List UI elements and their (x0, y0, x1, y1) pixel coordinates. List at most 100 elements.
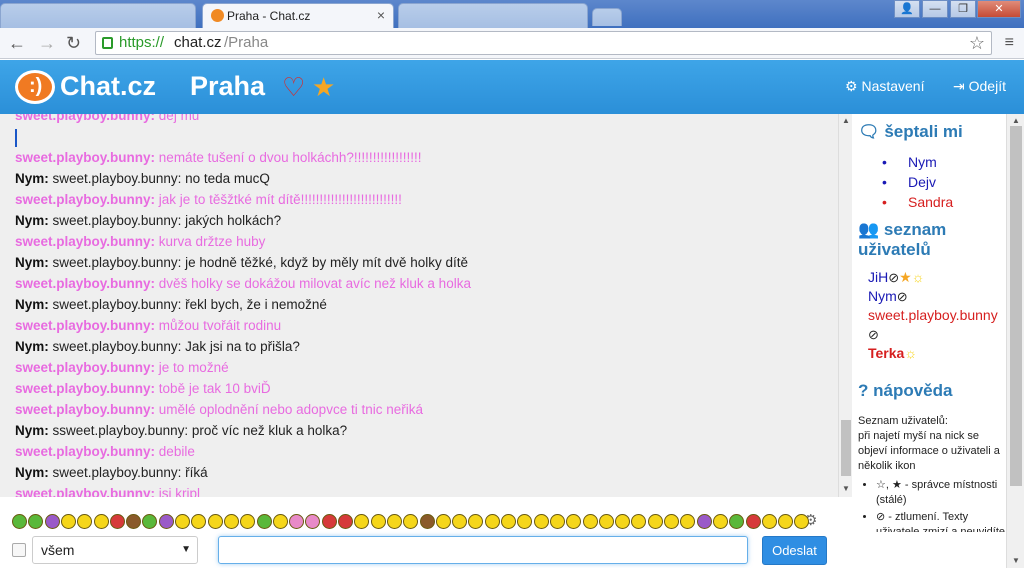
message-input[interactable] (218, 536, 748, 564)
star-icon[interactable]: ★ (312, 72, 335, 103)
emoji-icon[interactable] (12, 514, 27, 529)
user-nick-bunny[interactable]: sweet.playboy.bunny (868, 307, 998, 323)
scroll-down-icon[interactable]: ▼ (842, 484, 850, 493)
emoji-icon[interactable] (142, 514, 158, 529)
message-nick[interactable]: sweet.playboy.bunny: (15, 234, 155, 249)
close-window-button[interactable]: ✕ (977, 0, 1021, 18)
emoji-icon[interactable] (452, 514, 468, 529)
emoji-icon[interactable] (305, 514, 321, 529)
chat-logo-icon[interactable]: :) (15, 70, 55, 104)
emoji-icon[interactable] (272, 514, 288, 529)
message-nick[interactable]: sweet.playboy.bunny: (15, 402, 155, 417)
emoji-icon[interactable] (126, 514, 142, 529)
emoji-icon[interactable] (354, 514, 370, 529)
message-nick[interactable]: Nym: (15, 171, 49, 186)
emoji-icon[interactable] (240, 514, 256, 529)
emoji-icon[interactable] (370, 514, 386, 529)
browser-tab[interactable] (398, 3, 588, 28)
message-nick[interactable]: sweet.playboy.bunny: (15, 276, 155, 291)
message-nick[interactable]: sweet.playboy.bunny: (15, 444, 155, 459)
emoji-icon[interactable] (191, 514, 207, 529)
settings-link[interactable]: ⚙ Nastavení (845, 78, 925, 95)
emoji-icon[interactable] (712, 514, 728, 529)
forward-icon[interactable]: → (38, 33, 56, 54)
message-nick[interactable]: Nym: (15, 339, 49, 354)
emoji-icon[interactable] (664, 514, 679, 529)
whisper-item-sandra[interactable]: Sandra (882, 192, 953, 212)
message-nick[interactable]: Nym: (15, 423, 49, 438)
new-tab-button[interactable] (592, 8, 622, 26)
user-row[interactable]: JiH⊘★☼ (868, 268, 1006, 287)
emoji-icon[interactable] (28, 514, 44, 529)
emoji-icon[interactable] (419, 514, 435, 529)
mute-icon[interactable]: ⊘ (897, 287, 908, 306)
whisper-checkbox[interactable] (12, 543, 26, 557)
browser-tab[interactable] (0, 3, 196, 28)
whisper-item-nym[interactable]: Nym (882, 152, 953, 172)
browser-menu-icon[interactable]: ≡ (1005, 34, 1014, 52)
emoji-icon[interactable] (386, 514, 402, 529)
message-nick[interactable]: sweet.playboy.bunny: (15, 114, 155, 123)
emoji-icon[interactable] (615, 514, 631, 529)
emoji-icon[interactable] (289, 514, 305, 529)
emoji-icon[interactable] (761, 514, 777, 529)
message-nick[interactable]: sweet.playboy.bunny: (15, 192, 155, 207)
emoji-icon[interactable] (158, 514, 174, 529)
emoji-icon[interactable] (501, 514, 516, 529)
emoji-icon[interactable] (533, 514, 549, 529)
emoji-icon[interactable] (631, 514, 647, 529)
emoji-icon[interactable] (109, 514, 125, 529)
user-row[interactable]: Nym⊘ (868, 287, 1006, 306)
whisper-item-dejv[interactable]: Dejv (882, 172, 953, 192)
emoji-icon[interactable] (549, 514, 565, 529)
user-row[interactable]: sweet.playboy.bunny ⊘ (868, 306, 1006, 344)
emoji-icon[interactable] (403, 514, 419, 529)
message-nick[interactable]: Nym: (15, 255, 49, 270)
emoji-icon[interactable] (435, 514, 451, 529)
emoji-icon[interactable] (484, 514, 500, 529)
sidebar-scrollbar[interactable]: ▲ ▼ (1006, 114, 1024, 568)
message-nick[interactable]: Nym: (15, 297, 49, 312)
scrollbar-thumb[interactable] (841, 420, 851, 476)
emoji-icon[interactable] (207, 514, 223, 529)
message-nick[interactable]: sweet.playboy.bunny: (15, 360, 155, 375)
emoji-icon[interactable] (256, 514, 272, 529)
brand-name[interactable]: Chat.cz (60, 71, 156, 102)
message-nick[interactable]: sweet.playboy.bunny: (15, 318, 155, 333)
reload-icon[interactable]: ↻ (66, 33, 81, 54)
heart-icon[interactable]: ♡ (282, 72, 305, 103)
scrollbar-thumb[interactable] (1010, 126, 1022, 486)
emoji-icon[interactable] (696, 514, 712, 529)
emoji-icon[interactable] (338, 514, 353, 529)
emoji-icon[interactable] (44, 514, 60, 529)
address-bar[interactable]: https:// chat.cz /Praha ☆ (95, 31, 992, 55)
emoji-icon[interactable] (729, 514, 745, 529)
user-nick-terka[interactable]: Terka (868, 345, 904, 361)
emoji-icon[interactable] (175, 514, 190, 529)
bookmark-star-icon[interactable]: ☆ (969, 32, 985, 54)
mute-icon[interactable]: ⊘ (888, 268, 899, 287)
message-nick[interactable]: sweet.playboy.bunny: (15, 150, 155, 165)
user-nick-jih[interactable]: JiH (868, 269, 888, 285)
emoji-icon[interactable] (680, 514, 696, 529)
send-button[interactable]: Odeslat (762, 536, 827, 565)
scroll-down-icon[interactable]: ▼ (1012, 556, 1020, 565)
emoji-icon[interactable] (321, 514, 337, 529)
emoji-icon[interactable] (778, 514, 794, 529)
user-icon[interactable]: 👤 (894, 0, 920, 18)
emoji-icon[interactable] (647, 514, 663, 529)
logout-link[interactable]: ⇥ Odejít (953, 78, 1006, 95)
emoji-icon[interactable] (566, 514, 582, 529)
back-icon[interactable]: ← (8, 33, 26, 54)
user-nick-nym[interactable]: Nym (868, 288, 897, 304)
chat-scrollbar[interactable]: ▲ ▼ (838, 114, 852, 497)
emoji-icon[interactable] (517, 514, 533, 529)
minimize-button[interactable]: — (922, 0, 948, 18)
tab-close-icon[interactable]: × (377, 7, 385, 23)
emoji-icon[interactable] (468, 514, 484, 529)
emoji-icon[interactable] (93, 514, 109, 529)
emoji-icon[interactable] (745, 514, 761, 529)
emoji-icon[interactable] (77, 514, 93, 529)
message-nick[interactable]: sweet.playboy.bunny: (15, 486, 155, 497)
emoji-icon[interactable] (582, 514, 598, 529)
